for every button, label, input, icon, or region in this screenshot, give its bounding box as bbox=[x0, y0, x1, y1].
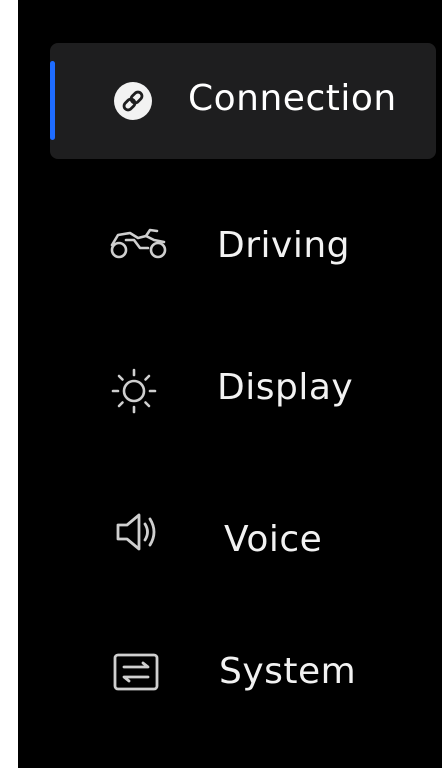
menu-item-system[interactable]: System bbox=[50, 614, 436, 730]
menu-item-label: System bbox=[219, 651, 357, 692]
speaker-icon bbox=[116, 513, 156, 551]
menu-item-label: Voice bbox=[224, 519, 323, 560]
menu-item-voice[interactable]: Voice bbox=[50, 478, 436, 594]
menu-item-driving[interactable]: Driving bbox=[50, 186, 436, 302]
menu-item-label: Display bbox=[217, 367, 354, 408]
link-icon bbox=[114, 82, 152, 120]
settings-toggle-icon bbox=[113, 653, 159, 691]
settings-menu-screen: Connection Driving Display Voice System bbox=[18, 0, 442, 768]
menu-item-label: Connection bbox=[188, 78, 397, 119]
motorcycle-icon bbox=[110, 228, 167, 259]
active-indicator bbox=[50, 61, 55, 140]
brightness-icon bbox=[111, 368, 157, 414]
menu-item-label: Driving bbox=[217, 225, 350, 266]
menu-item-connection[interactable]: Connection bbox=[50, 43, 436, 159]
menu-item-display[interactable]: Display bbox=[50, 329, 436, 445]
